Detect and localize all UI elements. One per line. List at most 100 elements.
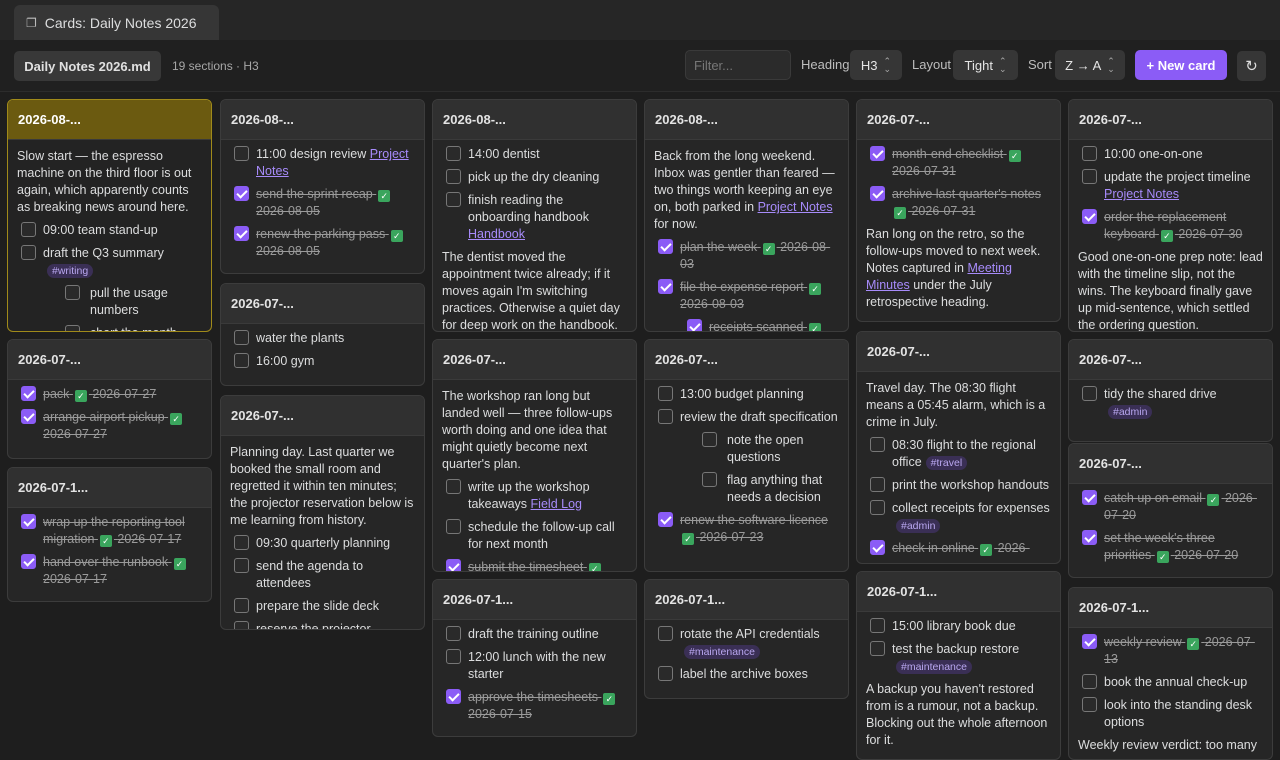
checkbox[interactable] <box>21 245 36 260</box>
checkbox-checked[interactable] <box>658 239 673 254</box>
card[interactable]: 2026-07-1... rotate the API credentials #m… <box>644 579 849 699</box>
card-title[interactable]: 2026-07-... <box>1069 444 1272 484</box>
checkbox[interactable] <box>446 649 461 664</box>
checkbox[interactable] <box>234 535 249 550</box>
checkbox[interactable] <box>234 621 249 629</box>
card-title[interactable]: 2026-07-... <box>8 340 211 380</box>
card[interactable]: 2026-07-... pack ✓ 2026-07-27 arrange airp… <box>7 339 212 459</box>
checkbox[interactable] <box>446 169 461 184</box>
checkbox[interactable] <box>870 618 885 633</box>
checkbox[interactable] <box>870 641 885 656</box>
internal-link[interactable]: Project Notes <box>758 200 833 214</box>
checkbox[interactable] <box>870 437 885 452</box>
card[interactable]: 2026-08-... 14:00 dentist pick up the dry … <box>432 99 637 332</box>
checkbox-checked[interactable] <box>234 186 249 201</box>
checkbox-checked[interactable] <box>446 689 461 704</box>
checkbox[interactable] <box>234 598 249 613</box>
card-title[interactable]: 2026-07-... <box>645 340 848 380</box>
checkbox-checked[interactable] <box>1082 490 1097 505</box>
sort-select[interactable]: Z → A ⌃ ⌄ <box>1055 50 1125 80</box>
checkbox[interactable] <box>234 146 249 161</box>
card[interactable]: 2026-07-... Travel day. The 08:30 flight … <box>856 331 1061 564</box>
card[interactable]: 2026-07-... Planning day. Last quarter we… <box>220 395 425 630</box>
checkbox-checked[interactable] <box>658 512 673 527</box>
card-title[interactable]: 2026-07-1... <box>8 468 211 508</box>
checkbox[interactable] <box>234 330 249 345</box>
checkbox-checked[interactable] <box>234 226 249 241</box>
checkbox-checked[interactable] <box>658 279 673 294</box>
card-title[interactable]: 2026-07-1... <box>1069 588 1272 628</box>
new-card-button[interactable]: + New card <box>1135 50 1227 80</box>
checkbox-checked[interactable] <box>870 186 885 201</box>
heading-select[interactable]: H3 ⌃ ⌄ <box>850 50 902 80</box>
internal-link[interactable]: Project Notes <box>1104 187 1179 201</box>
internal-link[interactable]: Field Log <box>531 497 582 511</box>
card-title[interactable]: 2026-07-... <box>221 396 424 436</box>
checkbox[interactable] <box>870 500 885 515</box>
checkbox[interactable] <box>446 192 461 207</box>
checkbox[interactable] <box>702 432 717 447</box>
tag[interactable]: #travel <box>925 456 968 470</box>
tag[interactable]: #admin <box>896 519 941 533</box>
tag[interactable]: #maintenance <box>896 660 972 674</box>
card[interactable]: 2026-08-... Back from the long weekend. I… <box>644 99 849 332</box>
card-title[interactable]: 2026-07-... <box>221 284 424 324</box>
card[interactable]: 2026-07-... The workshop ran long but lan… <box>432 339 637 572</box>
layout-select[interactable]: Tight ⌃ ⌄ <box>953 50 1018 80</box>
checkbox-checked[interactable] <box>1082 209 1097 224</box>
card-title[interactable]: 2026-07-... <box>857 100 1060 140</box>
checkbox[interactable] <box>870 477 885 492</box>
refresh-icon[interactable]: ↻ <box>1237 51 1266 81</box>
checkbox-checked[interactable] <box>446 559 461 571</box>
checkbox-checked[interactable] <box>21 514 36 529</box>
card-title[interactable]: 2026-07-... <box>1069 340 1272 380</box>
card[interactable]: 2026-07-... catch up on email ✓ 2026-07-2… <box>1068 443 1273 578</box>
tag[interactable]: #maintenance <box>684 645 760 659</box>
checkbox[interactable] <box>234 353 249 368</box>
checkbox[interactable] <box>658 409 673 424</box>
checkbox[interactable] <box>1082 169 1097 184</box>
checkbox[interactable] <box>446 479 461 494</box>
internal-link[interactable]: Handbook <box>468 227 525 241</box>
checkbox[interactable] <box>446 626 461 641</box>
tag[interactable]: #admin <box>1108 405 1153 419</box>
tab-cards-daily-notes[interactable]: ❐ Cards: Daily Notes 2026 <box>14 5 219 40</box>
card[interactable]: 2026-08-... Slow start — the espresso mac… <box>7 99 212 332</box>
card-title[interactable]: 2026-07-... <box>433 340 636 380</box>
checkbox[interactable] <box>658 666 673 681</box>
card-title[interactable]: 2026-08-... <box>433 100 636 140</box>
checkbox[interactable] <box>446 146 461 161</box>
card-title[interactable]: 2026-08-... <box>645 100 848 140</box>
card[interactable]: 2026-07-1... 15:00 library book due test t… <box>856 571 1061 760</box>
checkbox[interactable] <box>65 285 80 300</box>
checkbox-checked[interactable] <box>870 540 885 555</box>
card[interactable]: 2026-07-... 13:00 budget planning review t… <box>644 339 849 572</box>
card-title[interactable]: 2026-07-... <box>857 332 1060 372</box>
card[interactable]: 2026-07-1... weekly review ✓ 2026-07-13 bo… <box>1068 587 1273 760</box>
checkbox[interactable] <box>1082 146 1097 161</box>
checkbox[interactable] <box>702 472 717 487</box>
tag[interactable]: #writing <box>47 264 94 278</box>
checkbox[interactable] <box>658 626 673 641</box>
checkbox-checked[interactable] <box>21 409 36 424</box>
checkbox-checked[interactable] <box>687 319 702 331</box>
checkbox[interactable] <box>21 222 36 237</box>
card-title[interactable]: 2026-07-1... <box>645 580 848 620</box>
checkbox[interactable] <box>658 386 673 401</box>
checkbox[interactable] <box>1082 386 1097 401</box>
card-title[interactable]: 2026-07-1... <box>433 580 636 620</box>
checkbox-checked[interactable] <box>1082 634 1097 649</box>
card-title[interactable]: 2026-07-... <box>1069 100 1272 140</box>
file-button[interactable]: Daily Notes 2026.md <box>14 51 161 81</box>
card[interactable]: 2026-07-... tidy the shared drive #admin <box>1068 339 1273 442</box>
checkbox-checked[interactable] <box>870 146 885 161</box>
checkbox-checked[interactable] <box>21 554 36 569</box>
card[interactable]: 2026-07-1... draft the training outline 12… <box>432 579 637 737</box>
card[interactable]: 2026-07-... water the plants 16:00 gym <box>220 283 425 386</box>
card-title[interactable]: 2026-07-1... <box>857 572 1060 612</box>
card-title[interactable]: 2026-08-... <box>221 100 424 140</box>
card[interactable]: 2026-08-... 11:00 design review Project N… <box>220 99 425 274</box>
filter-input[interactable]: Filter... <box>685 50 791 80</box>
checkbox[interactable] <box>446 519 461 534</box>
card-title[interactable]: 2026-08-... <box>8 100 211 140</box>
